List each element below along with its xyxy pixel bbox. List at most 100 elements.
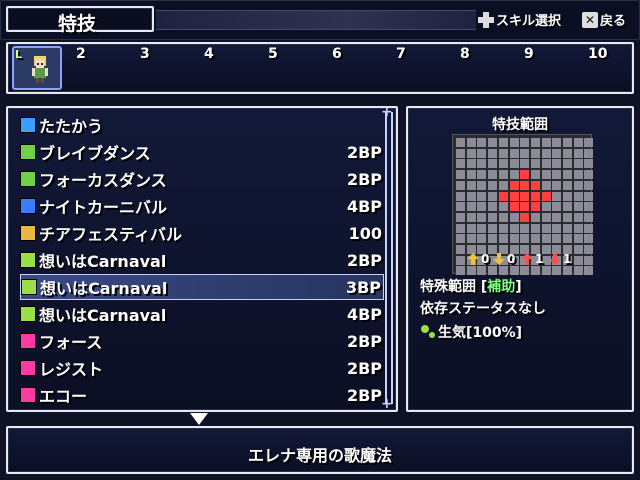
range-cell xyxy=(488,234,498,244)
skill-name: フォース xyxy=(39,333,103,352)
party-slot-6[interactable]: 6 xyxy=(332,46,342,62)
range-cell xyxy=(498,212,508,222)
range-cell xyxy=(456,159,465,169)
square-blue-icon xyxy=(20,198,36,214)
range-cell xyxy=(456,234,465,244)
skill-name: レジスト xyxy=(39,360,104,379)
party-slot-2[interactable]: 2 xyxy=(76,46,86,62)
hint-back[interactable]: ✕ 戻る xyxy=(582,10,626,29)
skill-cost: 2BP xyxy=(346,250,382,270)
skill-row[interactable]: レジスト 2BP xyxy=(20,355,384,381)
range-cell xyxy=(509,266,519,276)
range-cell xyxy=(466,223,476,233)
skill-row[interactable]: チアフェスティバル 100 xyxy=(20,220,384,246)
range-cell xyxy=(541,170,551,180)
range-cell xyxy=(573,159,583,169)
range-cell xyxy=(541,159,551,169)
skill-row[interactable]: 想いはCarnaval 4BP xyxy=(20,301,384,327)
party-slot-9[interactable]: 9 xyxy=(524,46,534,62)
range-cell-hit xyxy=(520,191,530,201)
skill-row[interactable]: フォーカスダンス 2BP xyxy=(20,166,384,192)
range-cell xyxy=(563,266,572,276)
range-cell xyxy=(584,148,594,158)
dependency-info: 依存ステータスなし xyxy=(420,301,546,317)
range-cell xyxy=(573,212,583,222)
range-cell xyxy=(477,148,487,158)
party-slot-3[interactable]: 3 xyxy=(140,46,150,62)
range-cell xyxy=(563,138,572,147)
stat-value: 1 xyxy=(535,252,544,266)
range-cell xyxy=(573,170,583,180)
skill-row[interactable]: ブレイブダンス 2BP xyxy=(20,139,384,165)
range-title: 特技範囲 xyxy=(492,117,548,133)
skill-row[interactable]: フォース 2BP xyxy=(20,328,384,354)
list-scrollbar[interactable] xyxy=(381,104,393,412)
skill-name: たたかう xyxy=(39,117,104,136)
range-cell xyxy=(563,212,572,222)
party-slot-10[interactable]: 10 xyxy=(588,46,607,62)
skill-row[interactable]: ナイトカーニバル 4BP xyxy=(20,193,384,219)
range-cell xyxy=(477,202,487,212)
party-member-portrait[interactable]: L xyxy=(12,46,62,90)
range-cell xyxy=(541,138,551,147)
voice-icon xyxy=(20,387,36,403)
range-cell xyxy=(488,170,498,180)
range-cell xyxy=(498,234,508,244)
range-cell xyxy=(520,234,530,244)
range-cell xyxy=(573,245,583,254)
hint-skill-select[interactable]: スキル選択 xyxy=(478,10,561,29)
range-cell xyxy=(498,138,508,147)
stat-def-down: 0 xyxy=(492,252,515,266)
range-cell xyxy=(509,138,519,147)
skill-name: 想いはCarnaval xyxy=(39,252,167,271)
range-cell xyxy=(530,159,540,169)
skill-cost: 4BP xyxy=(346,196,382,216)
scroll-down-indicator-icon xyxy=(190,413,208,425)
skill-row[interactable]: 想いはCarnaval 2BP xyxy=(20,247,384,273)
range-cell xyxy=(456,202,465,212)
party-slot-4[interactable]: 4 xyxy=(204,46,214,62)
party-slot-7[interactable]: 7 xyxy=(396,46,406,62)
stat-value: 0 xyxy=(507,252,516,266)
skill-cost: 2BP xyxy=(346,358,382,378)
title-box: 特技 xyxy=(6,6,154,35)
skill-row[interactable]: エコー 2BP xyxy=(20,382,384,408)
range-cell xyxy=(530,223,540,233)
range-cell-hit xyxy=(520,180,530,190)
range-cell xyxy=(552,159,562,169)
star-gold-icon xyxy=(20,225,36,241)
range-cell xyxy=(584,138,594,147)
range-cell xyxy=(552,212,562,222)
range-cell xyxy=(563,223,572,233)
down-arrow-icon xyxy=(493,253,505,265)
range-cell-hit xyxy=(520,170,530,180)
range-cell xyxy=(520,148,530,158)
description-box: エレナ専用の歌魔法 xyxy=(6,426,634,474)
range-cell xyxy=(520,223,530,233)
range-cell xyxy=(563,170,572,180)
range-cell xyxy=(552,266,562,276)
dpad-icon xyxy=(478,11,494,28)
range-cell-hit xyxy=(509,191,519,201)
range-cell xyxy=(541,223,551,233)
skill-cost: 2BP xyxy=(346,385,382,405)
range-cell xyxy=(573,202,583,212)
skill-row[interactable]: たたかう xyxy=(20,112,384,138)
range-cell xyxy=(466,191,476,201)
range-cell xyxy=(509,170,519,180)
skill-cost: 2BP xyxy=(346,169,382,189)
special-range-info: 特殊範囲 [補助] xyxy=(420,276,522,296)
level-mark: L xyxy=(15,48,23,61)
party-slot-8[interactable]: 8 xyxy=(460,46,470,62)
range-cell xyxy=(509,148,519,158)
range-cell xyxy=(498,170,508,180)
range-cell xyxy=(509,223,519,233)
range-cell-hit xyxy=(530,180,540,190)
range-cell xyxy=(456,223,465,233)
skill-row-selected[interactable]: 想いはCarnaval 3BP xyxy=(20,274,384,300)
range-cell xyxy=(541,212,551,222)
effect-label: 生気[100%] xyxy=(438,325,523,341)
range-cell xyxy=(456,266,465,276)
range-cell xyxy=(573,180,583,190)
party-slot-5[interactable]: 5 xyxy=(268,46,278,62)
